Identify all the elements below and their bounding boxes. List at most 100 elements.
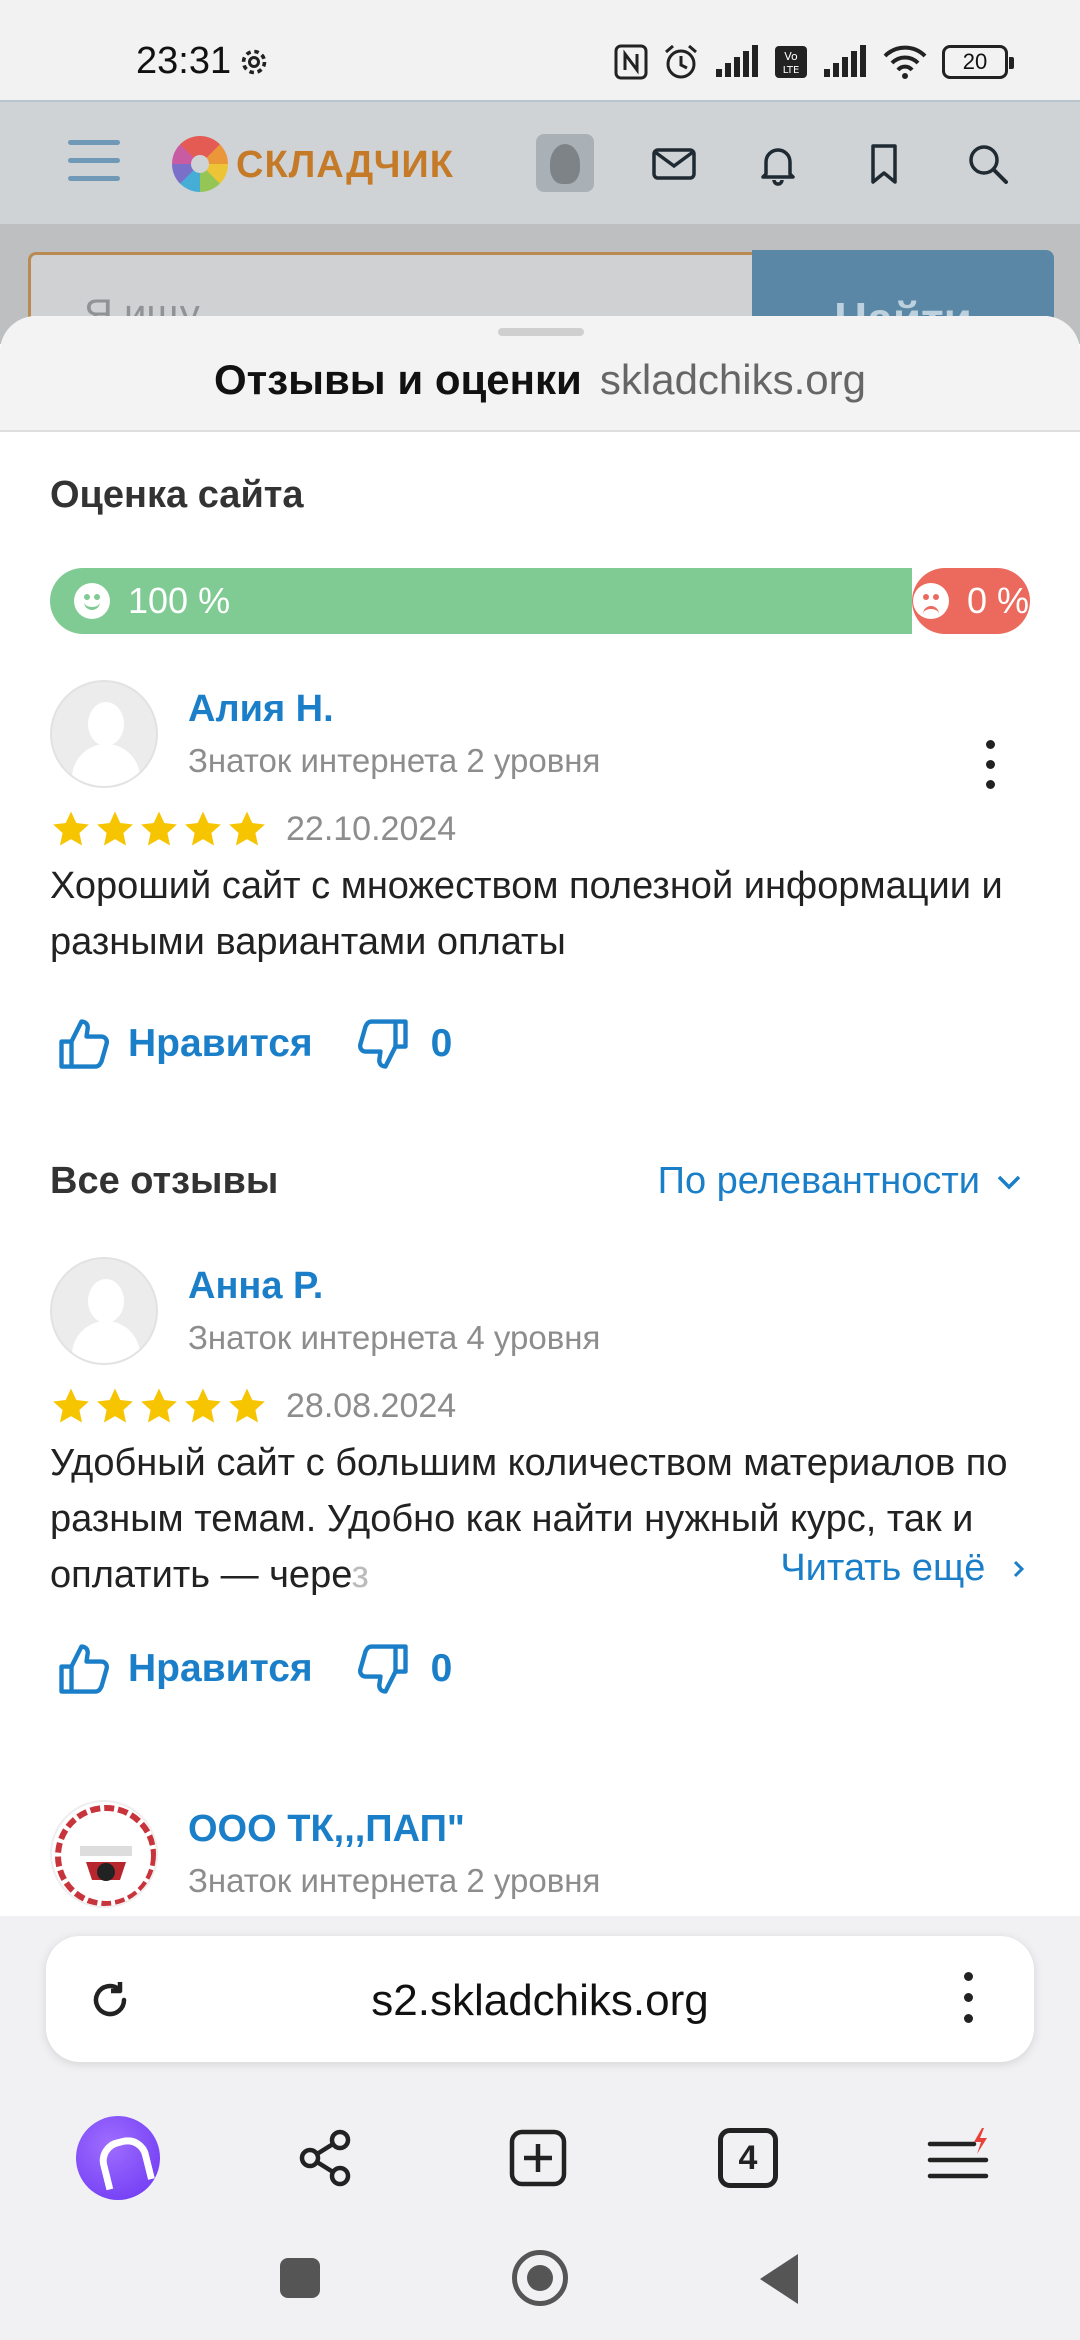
bookmark-icon[interactable] [858,138,910,190]
tabs-count: 4 [718,2128,778,2188]
rating-stars [50,808,268,850]
happy-face-icon [74,583,110,619]
like-button[interactable]: Нравится [54,1014,313,1074]
company-logo-icon [55,1805,156,1906]
star-icon [97,811,133,846]
chevron-right-icon [1013,1560,1025,1578]
status-time: 23:31 [136,40,232,82]
sheet-title-text: Отзывы и оценки [214,356,582,403]
site-header: СКЛАДЧИК [0,100,1080,224]
more-options-icon[interactable] [964,1972,974,2035]
star-icon [185,811,221,846]
read-more-link[interactable]: Читать ещё [770,1547,1030,1590]
thumbs-up-icon [59,1019,109,1069]
svg-text:LTE: LTE [783,65,800,76]
star-icon [229,1388,265,1423]
like-label: Нравится [128,1647,313,1690]
chevron-down-icon [997,1175,1021,1189]
mail-icon[interactable] [648,138,700,190]
new-tab-icon [509,2129,567,2187]
dislike-button[interactable]: 0 [353,1639,453,1699]
battery-level: 20 [962,49,988,74]
review-actions: Нравится 0 [54,1014,452,1074]
nfc-icon [614,44,648,80]
star-icon [229,811,265,846]
company-logo-avatar[interactable] [50,1800,158,1908]
star-icon [185,1388,221,1423]
sheet-drag-handle[interactable] [498,328,584,336]
wifi-icon [883,45,927,79]
main-menu-button[interactable] [912,2110,1008,2206]
review-date: 28.08.2024 [286,1387,457,1425]
all-reviews-heading: Все отзывы [50,1160,279,1202]
reviewer-name[interactable]: Алия Н. [188,688,334,731]
signal-icon [824,45,866,77]
bell-icon[interactable] [752,138,804,190]
back-button[interactable] [760,2254,798,2304]
star-icon [53,811,89,846]
user-avatar[interactable] [536,134,594,192]
sort-dropdown[interactable]: По релевантности [658,1160,1022,1203]
review-text-fade: з [351,1554,369,1596]
sad-face-icon [912,583,949,619]
recent-apps-button[interactable] [280,2258,320,2298]
reviewer-level: Знаток интернета 4 уровня [188,1319,601,1356]
rating-stars [50,1385,268,1427]
dislike-count: 0 [430,1647,453,1690]
star-icon [53,1388,89,1423]
reviewer-name[interactable]: Анна Р. [188,1265,323,1308]
site-logo[interactable]: СКЛАДЧИК [236,144,454,187]
home-button[interactable] [512,2250,568,2306]
review-date: 22.10.2024 [286,810,457,848]
search-icon[interactable] [962,138,1014,190]
like-button[interactable]: Нравится [54,1639,313,1699]
reviews-sheet: Отзывы и оценки skladchiks.org Оценка сай… [0,316,1080,1916]
sheet-header: Отзывы и оценки skladchiks.org [0,316,1080,432]
sheet-title: Отзывы и оценки skladchiks.org [0,356,1080,404]
status-bar: 23:31 Vo LTE 20 [0,0,1080,100]
hamburger-menu-icon[interactable] [68,140,120,184]
thumbs-down-icon [357,1019,408,1069]
browser-bottom-panel: s2.skladchiks.org 4 [0,1916,1080,2340]
rating-positive: 100 % [50,568,912,634]
alice-assistant-button[interactable] [70,2110,166,2206]
new-tab-button[interactable] [490,2110,586,2206]
review-text: Хороший сайт с множеством полезной инфор… [50,865,1003,963]
status-icons: Vo LTE 20 [614,40,1014,84]
thumbs-down-icon [357,1644,408,1694]
signal-icon [716,45,758,77]
url-text[interactable]: s2.skladchiks.org [46,1976,1034,2026]
site-rating-bar: 100 % 0 % [50,568,1030,634]
logo-wheel-icon [172,136,228,192]
dislike-count: 0 [430,1022,453,1065]
dislike-button[interactable]: 0 [353,1014,453,1074]
reviewer-name[interactable]: ООО ТК,,,ПАП" [188,1808,465,1851]
sort-label: По релевантности [657,1160,980,1202]
thumbs-up-icon [59,1644,109,1694]
share-button[interactable] [278,2110,374,2206]
rating-negative: 0 % [912,568,1030,634]
featured-review: Алия Н. Знаток интернета 2 уровня 22.10.… [0,680,1080,1080]
more-options-icon[interactable] [980,740,1000,796]
tabs-button[interactable]: 4 [700,2110,796,2206]
star-icon [141,811,177,846]
alarm-icon [665,44,697,79]
avatar[interactable] [50,1257,158,1365]
system-nav-bar [0,2246,1080,2340]
volte-icon: Vo LTE [775,46,807,78]
alice-icon [76,2116,160,2200]
battery-icon: 20 [942,45,1014,79]
review-item: Анна Р. Знаток интернета 4 уровня 28.08.… [0,1257,1080,1694]
rating-negative-value: 0 % [966,580,1030,621]
rating-positive-value: 100 % [128,580,231,621]
share-icon [299,2129,351,2187]
review-item: ООО ТК,,,ПАП" Знаток интернета 2 уровня [0,1800,1080,1916]
avatar[interactable] [50,680,158,788]
address-bar[interactable]: s2.skladchiks.org [46,1936,1034,2062]
review-actions: Нравится 0 [54,1639,452,1699]
menu-icon [927,2128,989,2179]
svg-text:Vo: Vo [784,50,798,63]
like-label: Нравится [128,1022,313,1065]
reviewer-level: Знаток интернета 2 уровня [188,742,601,779]
star-icon [97,1388,133,1423]
